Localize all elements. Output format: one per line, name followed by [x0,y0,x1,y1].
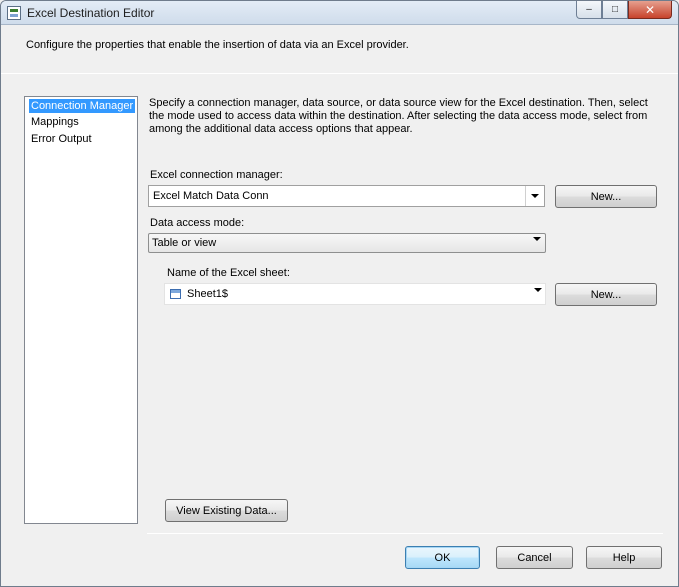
sheet-name-label: Name of the Excel sheet: [167,267,290,279]
close-icon: ✕ [644,2,656,17]
page-instructions: Specify a connection manager, data sourc… [149,97,648,135]
access-mode-value: Table or view [152,237,217,249]
title-bar[interactable]: Excel Destination Editor – □ ✕ [1,1,678,25]
connection-manager-label: Excel connection manager: [150,169,283,181]
new-connection-button[interactable]: New... [555,185,657,208]
dropdown-arrow [533,237,541,253]
new-sheet-button[interactable]: New... [555,283,657,306]
dialog-description: Configure the properties that enable the… [26,39,409,51]
page-nav-list[interactable]: Connection Manager Mappings Error Output [24,96,138,524]
maximize-button[interactable]: □ [602,1,628,19]
cancel-button[interactable]: Cancel [496,546,573,569]
header-divider [1,73,678,74]
table-icon [170,289,181,299]
minimize-button[interactable]: – [576,1,602,19]
chevron-down-icon [534,288,542,304]
connection-manager-combo[interactable]: Excel Match Data Conn [148,185,545,207]
dropdown-button[interactable] [525,186,544,206]
close-button[interactable]: ✕ [628,1,672,19]
access-mode-label: Data access mode: [150,217,245,229]
footer-divider [147,533,663,534]
nav-item-connection-manager[interactable]: Connection Manager [29,99,136,113]
window-title: Excel Destination Editor [27,6,155,20]
connection-manager-value: Excel Match Data Conn [153,190,269,202]
view-existing-data-button[interactable]: View Existing Data... [165,499,288,522]
nav-item-error-output[interactable]: Error Output [29,132,94,146]
sheet-name-combo[interactable]: Sheet1$ [164,283,546,305]
access-mode-select[interactable]: Table or view [148,233,546,253]
maximize-icon: □ [611,3,619,15]
app-icon [7,6,21,20]
minimize-icon: – [586,3,592,15]
sheet-name-value: Sheet1$ [187,288,228,300]
chevron-down-icon [533,237,541,253]
help-button[interactable]: Help [586,546,662,569]
caption-buttons: – □ ✕ [576,1,672,19]
nav-item-mappings[interactable]: Mappings [29,115,81,129]
chevron-down-icon [531,194,539,198]
dropdown-arrow[interactable] [534,288,542,304]
excel-destination-editor-window: Excel Destination Editor – □ ✕ Configure… [0,0,679,587]
ok-button[interactable]: OK [405,546,480,569]
